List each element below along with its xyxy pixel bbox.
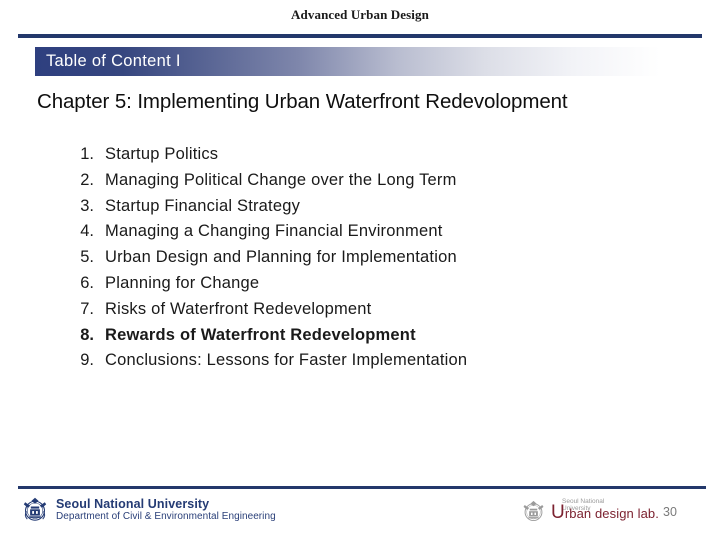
course-title: Advanced Urban Design: [291, 7, 429, 22]
section-banner-label: Table of Content I: [46, 52, 181, 70]
list-item-current[interactable]: 8. Rewards of Waterfront Redevelopment: [66, 323, 626, 349]
list-item-label: Urban Design and Planning for Implementa…: [105, 248, 457, 267]
lab-name-rest: rban design lab.: [564, 506, 659, 521]
list-item[interactable]: 2. Managing Political Change over the Lo…: [66, 168, 626, 194]
list-item-label: Rewards of Waterfront Redevelopment: [105, 325, 416, 344]
page-number: 30: [663, 505, 677, 519]
lab-seal-icon: [523, 500, 544, 522]
list-item[interactable]: 4. Managing a Changing Financial Environ…: [66, 219, 626, 245]
university-branding: Seoul National University Department of …: [21, 496, 276, 524]
list-item-number: 8.: [80, 325, 94, 344]
list-item-label: Risks of Waterfront Redevelopment: [105, 299, 372, 318]
list-item-number: 2.: [80, 170, 94, 189]
list-item-label: Startup Financial Strategy: [105, 196, 301, 215]
section-banner: Table of Content I: [35, 47, 660, 76]
list-item-number: 3.: [80, 196, 94, 215]
list-item-label: Startup Politics: [105, 145, 219, 163]
list-item[interactable]: 3. Startup Financial Strategy: [66, 194, 626, 220]
list-item-number: 1.: [80, 145, 94, 163]
list-item-label: Conclusions: Lessons for Faster Implemen…: [105, 351, 468, 370]
footer-divider: [18, 486, 706, 489]
list-item-number: 7.: [80, 299, 94, 318]
list-item[interactable]: 7. Risks of Waterfront Redevelopment: [66, 297, 626, 323]
table-of-contents-list: 1. Startup Politics 2. Managing Politica…: [66, 142, 626, 374]
lab-name: Urban design lab.: [551, 503, 659, 522]
lab-name-initial: U: [551, 502, 565, 523]
list-item-number: 5.: [80, 248, 94, 267]
list-item-number: 6.: [80, 273, 94, 292]
list-item[interactable]: 1. Startup Politics: [66, 142, 626, 168]
list-item-label: Managing Political Change over the Long …: [105, 170, 457, 189]
list-item-label: Planning for Change: [105, 273, 260, 292]
university-name: Seoul National University: [56, 496, 210, 511]
list-item[interactable]: 9. Conclusions: Lessons for Faster Imple…: [66, 348, 626, 374]
list-item-number: 4.: [80, 222, 94, 241]
header-divider: [18, 34, 702, 38]
chapter-heading: Chapter 5: Implementing Urban Waterfront…: [37, 90, 568, 113]
list-item[interactable]: 5. Urban Design and Planning for Impleme…: [66, 245, 626, 271]
list-item[interactable]: 6. Planning for Change: [66, 271, 626, 297]
snu-seal-icon: [23, 497, 47, 521]
lab-branding: Seoul National University Urban design l…: [521, 498, 659, 524]
list-item-label: Managing a Changing Financial Environmen…: [105, 222, 443, 241]
department-name: Department of Civil & Environmental Engi…: [56, 511, 276, 523]
list-item-number: 9.: [80, 351, 94, 370]
